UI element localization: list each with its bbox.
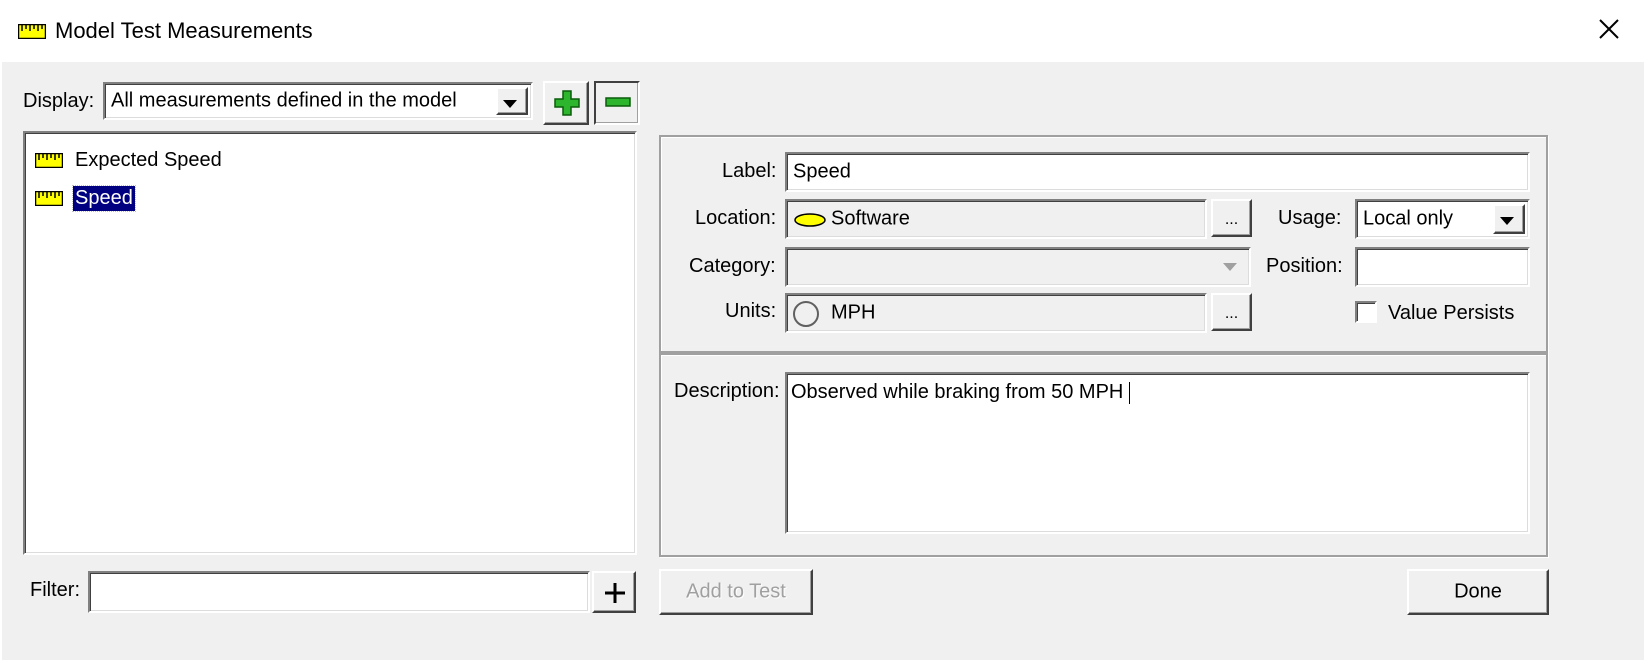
window-title: Model Test Measurements xyxy=(55,18,313,43)
ruler-icon xyxy=(35,190,63,206)
filter-add-button[interactable] xyxy=(592,571,636,613)
location-browse-label: ... xyxy=(1224,210,1239,228)
yellow-oval-icon xyxy=(794,213,826,227)
usage-dropdown-value: Local only xyxy=(1363,207,1454,230)
done-label: Done xyxy=(1454,580,1502,603)
tree-item-expected-speed[interactable]: Expected Speed xyxy=(35,146,224,174)
usage-dropdown[interactable]: Local only xyxy=(1355,199,1530,239)
position-caption: Position: xyxy=(1266,255,1343,277)
usage-caption: Usage: xyxy=(1278,207,1342,229)
tree-item-label: Expected Speed xyxy=(75,148,222,171)
location-field-value: Software xyxy=(831,207,910,230)
category-caption: Category: xyxy=(689,255,776,277)
display-dropdown-value: All measurements defined in the model xyxy=(111,89,457,112)
description-caption: Description: xyxy=(674,380,780,402)
done-button[interactable]: Done xyxy=(1407,569,1549,615)
circle-icon xyxy=(793,301,819,327)
add-measurement-button[interactable] xyxy=(543,81,589,125)
value-persists-checkbox[interactable] xyxy=(1355,301,1377,323)
text-caret xyxy=(1129,381,1131,404)
display-dropdown[interactable]: All measurements defined in the model xyxy=(103,82,533,120)
display-label: Display: xyxy=(23,90,95,112)
title-bar: Model Test Measurements xyxy=(0,0,1646,62)
value-persists-label[interactable]: Value Persists xyxy=(1388,302,1514,325)
description-text: Observed while braking from 50 MPH xyxy=(791,381,1131,404)
tree-item-speed[interactable]: Speed xyxy=(35,184,136,212)
chevron-down-icon xyxy=(1218,252,1246,282)
category-dropdown xyxy=(785,247,1251,287)
units-field: MPH xyxy=(785,293,1207,333)
units-caption: Units: xyxy=(725,300,777,322)
location-caption: Location: xyxy=(695,207,777,229)
close-icon[interactable] xyxy=(1594,14,1624,44)
chevron-down-icon[interactable] xyxy=(496,87,528,115)
location-browse-button[interactable]: ... xyxy=(1211,199,1252,237)
plus-icon xyxy=(605,583,625,603)
green-plus-icon xyxy=(554,90,580,116)
position-field[interactable] xyxy=(1355,247,1530,287)
filter-input[interactable] xyxy=(88,571,590,613)
tree-item-label: Speed xyxy=(72,184,136,212)
ruler-icon xyxy=(35,152,63,168)
measurement-tree[interactable]: Expected Speed Speed xyxy=(23,131,637,555)
units-browse-label: ... xyxy=(1224,304,1239,322)
add-to-test-label: Add to Test xyxy=(686,580,786,603)
filter-label: Filter: xyxy=(30,579,80,601)
label-field-value: Speed xyxy=(793,160,851,183)
green-minus-icon xyxy=(605,97,631,107)
ruler-icon xyxy=(18,24,46,39)
label-field[interactable]: Speed xyxy=(785,152,1530,192)
chevron-down-icon[interactable] xyxy=(1493,204,1525,234)
remove-measurement-button[interactable] xyxy=(594,81,640,125)
units-browse-button[interactable]: ... xyxy=(1211,293,1252,331)
description-textarea[interactable]: Observed while braking from 50 MPH xyxy=(785,372,1530,534)
units-field-value: MPH xyxy=(831,301,876,324)
label-caption: Label: xyxy=(722,160,777,182)
description-value: Observed while braking from 50 MPH xyxy=(791,381,1124,403)
location-field: Software xyxy=(785,199,1207,239)
add-to-test-button[interactable]: Add to Test xyxy=(659,569,813,615)
